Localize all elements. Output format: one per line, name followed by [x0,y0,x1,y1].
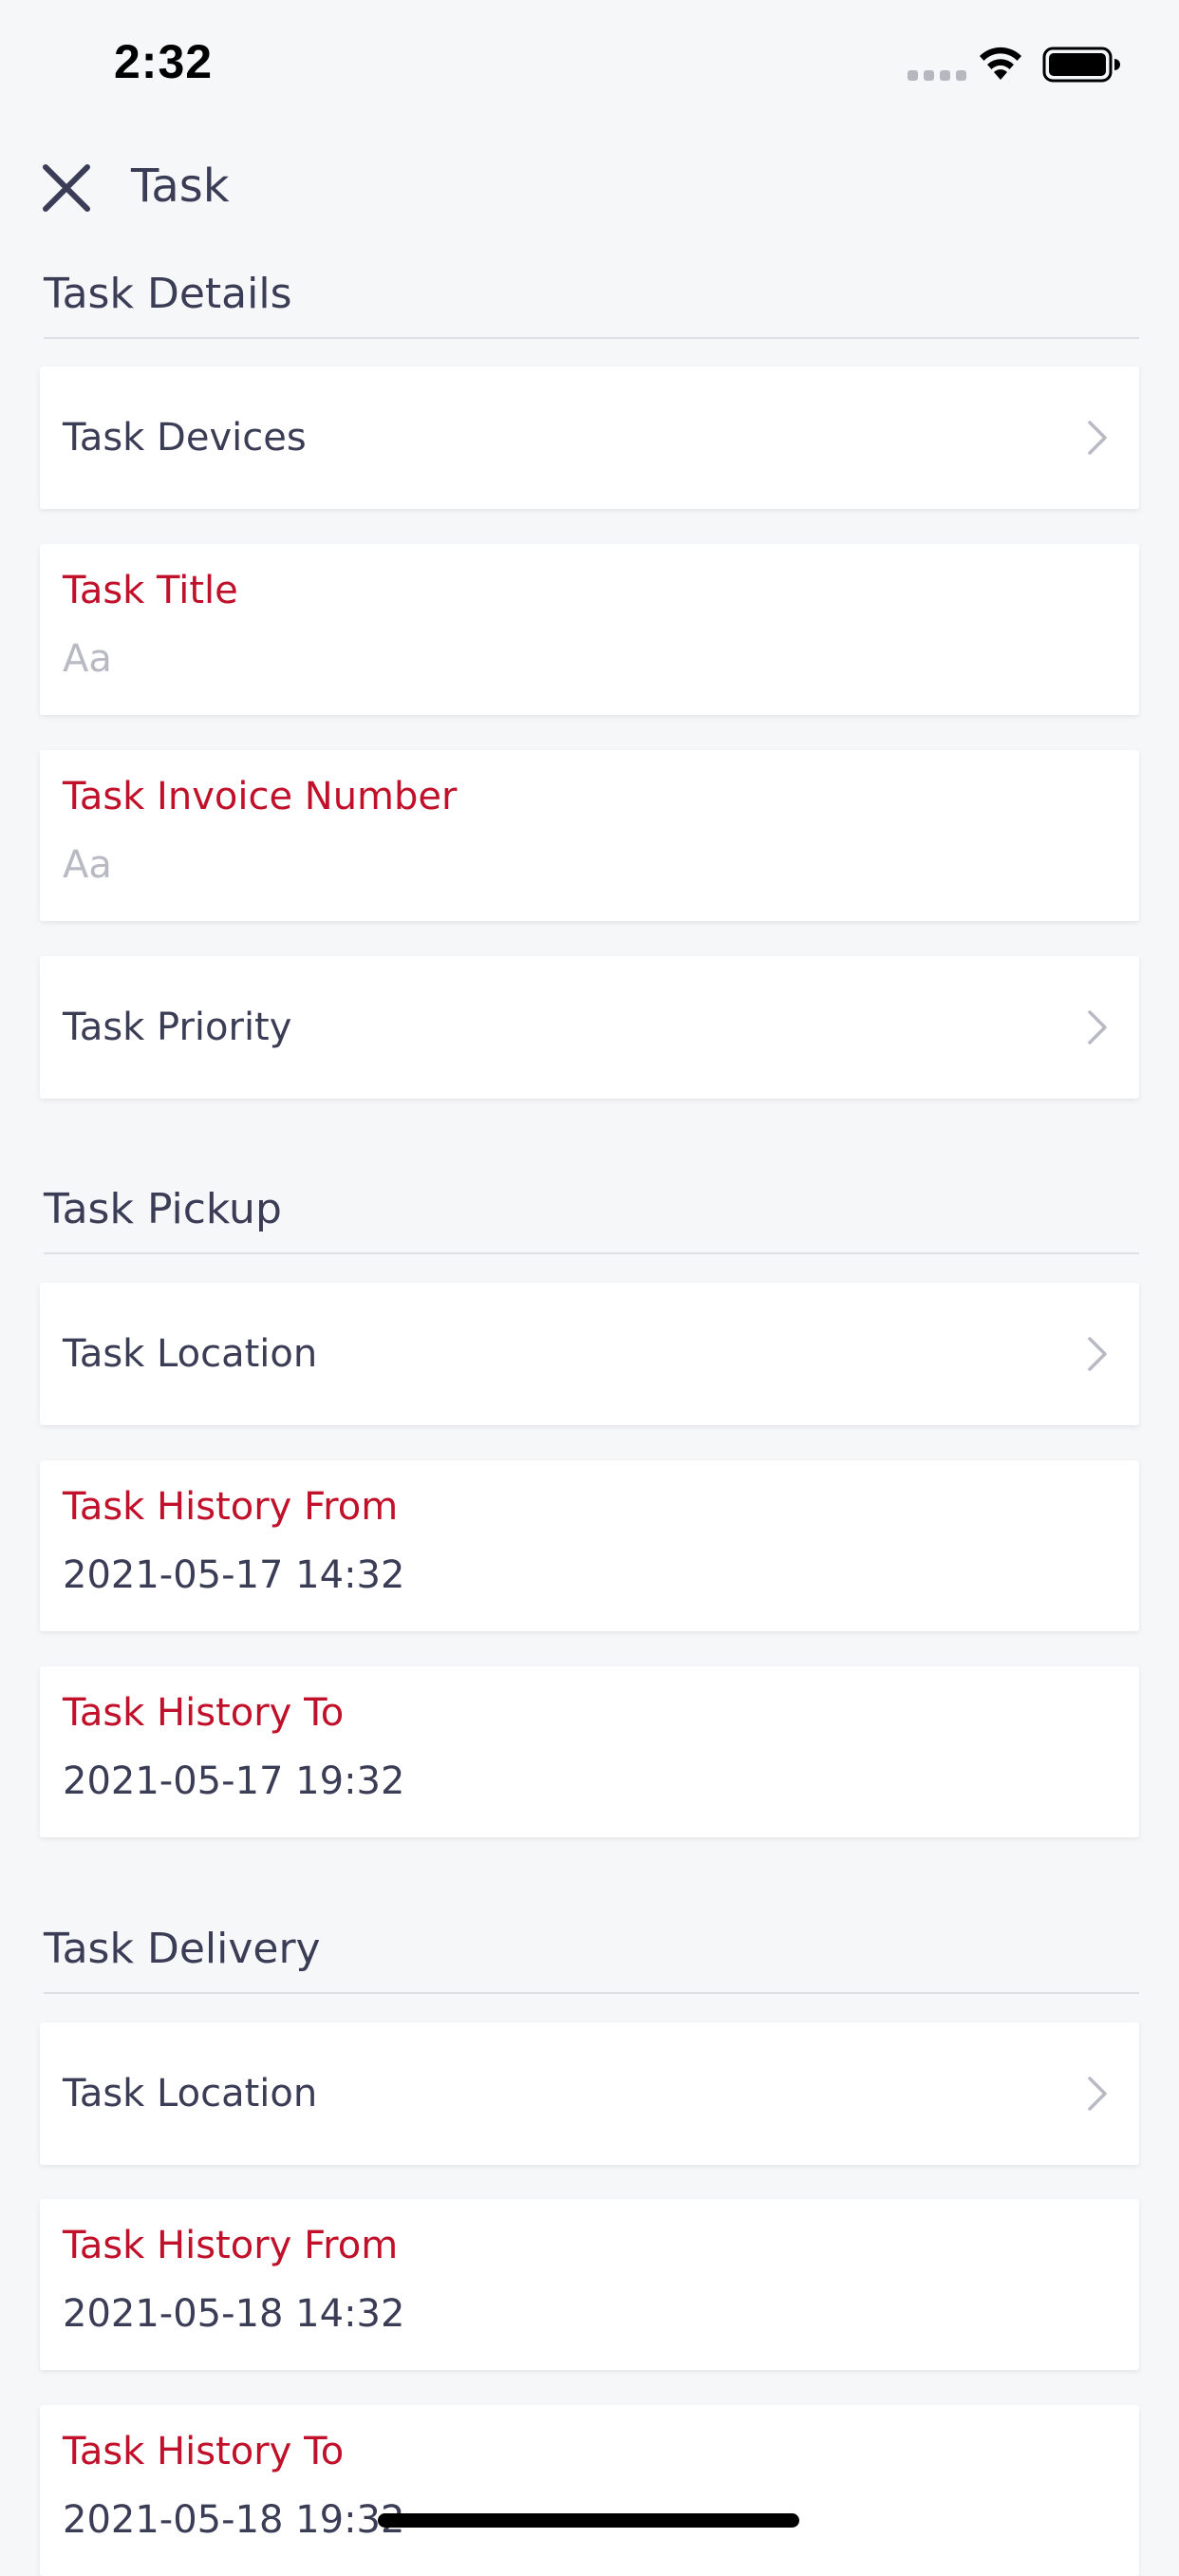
chevron-right-icon [1088,2077,1107,2111]
task-devices-label: Task Devices [63,416,307,460]
task-priority-label: Task Priority [63,1006,292,1049]
task-invoice-number-input[interactable]: Aa [63,843,112,887]
task-title-field[interactable]: Task Title Aa [40,544,1139,715]
pickup-history-to-label: Task History To [63,1691,345,1735]
pickup-history-from-value[interactable]: 2021-05-17 14:32 [63,1553,404,1597]
chevron-right-icon [1088,1337,1107,1371]
battery-icon [1042,47,1120,83]
pickup-history-to-value[interactable]: 2021-05-17 19:32 [63,1759,404,1803]
task-invoice-number-field[interactable]: Task Invoice Number Aa [40,750,1139,921]
section-title-task-pickup: Task Pickup [44,1185,282,1233]
page-title: Task [131,160,230,213]
delivery-history-to-label: Task History To [63,2430,345,2473]
section-title-task-delivery: Task Delivery [44,1925,321,1973]
task-devices-row[interactable]: Task Devices [40,367,1139,509]
close-icon[interactable] [40,161,93,215]
pickup-history-to-field[interactable]: Task History To 2021-05-17 19:32 [40,1666,1139,1837]
delivery-history-to-field[interactable]: Task History To 2021-05-18 19:32 [40,2405,1139,2576]
delivery-history-from-value[interactable]: 2021-05-18 14:32 [63,2292,404,2336]
section-divider [44,1992,1139,1994]
section-divider [44,1252,1139,1254]
pickup-history-from-label: Task History From [63,1485,399,1529]
status-time: 2:32 [114,35,214,88]
section-divider [44,337,1139,339]
chevron-right-icon [1088,1010,1107,1044]
status-bar: 2:32 [0,0,1179,133]
nav-bar: Task [0,142,1179,234]
task-invoice-number-label: Task Invoice Number [63,775,458,818]
wifi-icon [980,47,1021,80]
pickup-location-row[interactable]: Task Location [40,1283,1139,1425]
delivery-location-row[interactable]: Task Location [40,2022,1139,2165]
delivery-history-to-value[interactable]: 2021-05-18 19:32 [63,2498,404,2542]
home-indicator[interactable] [378,2513,799,2528]
section-title-task-details: Task Details [44,270,292,318]
cellular-signal-icon [908,70,966,81]
delivery-history-from-field[interactable]: Task History From 2021-05-18 14:32 [40,2199,1139,2370]
task-title-input[interactable]: Aa [63,637,112,681]
pickup-location-label: Task Location [63,1332,318,1376]
delivery-location-label: Task Location [63,2072,318,2115]
pickup-history-from-field[interactable]: Task History From 2021-05-17 14:32 [40,1460,1139,1631]
task-priority-row[interactable]: Task Priority [40,956,1139,1099]
delivery-history-from-label: Task History From [63,2224,399,2267]
chevron-right-icon [1088,421,1107,455]
task-title-label: Task Title [63,569,238,612]
